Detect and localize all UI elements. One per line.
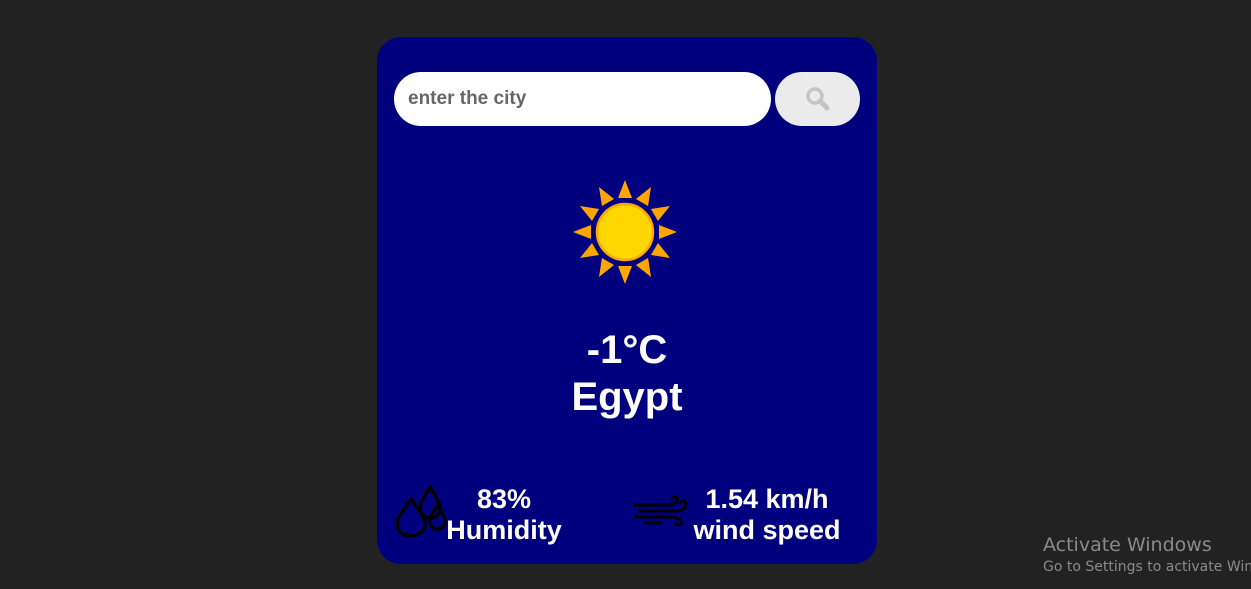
activate-windows-subtitle: Go to Settings to activate Windows. [1043,559,1251,575]
wind-icon [633,495,689,527]
humidity-value: 83% [476,484,532,514]
city-name: Egypt [571,375,683,419]
humidity-label: Humidity [446,515,562,545]
activate-windows-title: Activate Windows [1043,534,1212,556]
humidity-drops-icon [393,485,449,539]
search-icon [805,86,831,112]
sun-icon [560,167,690,297]
weather-card: -1°C Egypt 83% Humidity 1.54 km/h wind s… [377,37,877,564]
search-button[interactable] [775,72,860,126]
wind-speed-label: wind speed [693,515,841,545]
temperature: -1°C [586,328,668,372]
wind-speed-value: 1.54 km/h [705,484,829,514]
city-search-input[interactable] [394,72,771,126]
